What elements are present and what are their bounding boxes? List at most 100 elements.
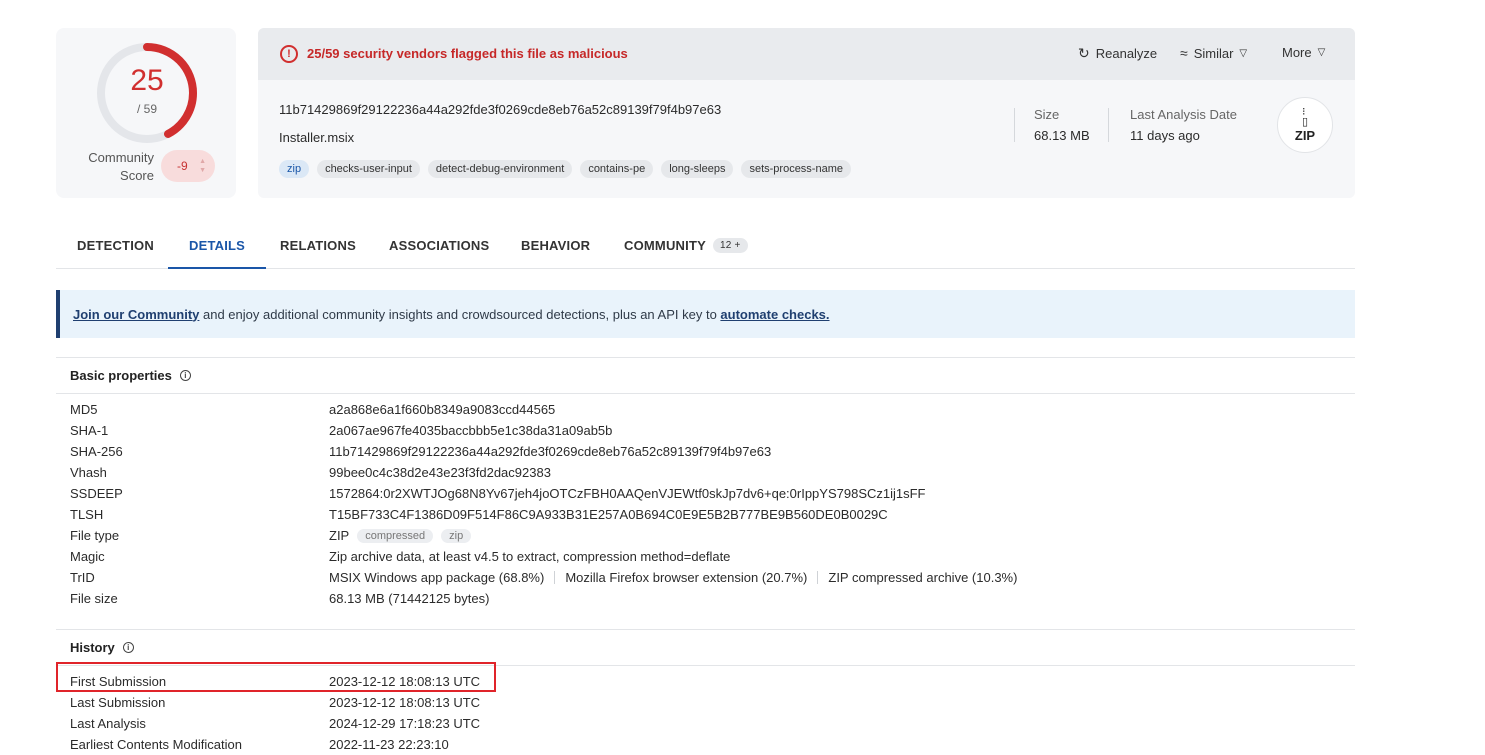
community-label-line1: Community — [88, 150, 154, 165]
automate-checks-link[interactable]: automate checks. — [720, 307, 829, 322]
prop-value: 11b71429869f29122236a44a292fde3f0269cde8… — [329, 444, 772, 459]
reanalyze-label: Reanalyze — [1095, 46, 1158, 61]
chevron-down-icon: ▽ — [1317, 47, 1326, 58]
banner-text: and enjoy additional community insights … — [199, 306, 721, 322]
prop-row-ssdeep: SSDEEP 1572864:0r2XWTJOg68N8Yv67jeh4joOT… — [70, 486, 1350, 507]
prop-value: 2a067ae967fe4035baccbbb5e1c38da31a09ab5b — [329, 423, 613, 438]
basic-properties-heading: Basic properties — [70, 368, 172, 383]
file-name: Installer.msix — [279, 130, 355, 145]
detection-count: 25 — [130, 64, 164, 97]
join-community-link[interactable]: Join our Community — [73, 307, 199, 322]
separator — [554, 571, 556, 584]
trid-item: ZIP compressed archive (10.3%) — [828, 570, 1018, 585]
malicious-alert-text: 25/59 security vendors flagged this file… — [307, 46, 628, 61]
prop-value: 2022-11-23 22:23:10 — [329, 737, 449, 752]
prop-value: 99bee0c4c38d2e43e23f3fd2dac92383 — [329, 465, 551, 480]
tab-details[interactable]: DETAILS — [168, 222, 267, 269]
prop-key: Last Analysis — [70, 716, 146, 731]
prop-row-md5: MD5 a2a868e6a1f660b8349a9083ccd44565 — [70, 402, 1350, 423]
community-score-label: Community Score — [76, 149, 154, 185]
history-row-last-analysis: Last Analysis 2024-12-29 17:18:23 UTC — [70, 716, 1350, 737]
tag-contains-pe[interactable]: contains-pe — [580, 160, 654, 178]
tab-detection[interactable]: DETECTION — [77, 222, 154, 268]
info-icon[interactable]: i — [179, 370, 191, 381]
refresh-icon: ↻ — [1078, 45, 1090, 61]
basic-properties-title: Basic properties i — [70, 368, 191, 383]
file-type-badge-text: ZIP — [1294, 128, 1316, 143]
file-hash[interactable]: 11b71429869f29122236a44a292fde3f0269cde8… — [279, 102, 721, 117]
tag-checks-user-input[interactable]: checks-user-input — [317, 160, 420, 178]
prop-key: TLSH — [70, 507, 104, 522]
prop-value: Zip archive data, at least v4.5 to extra… — [329, 549, 731, 564]
vote-arrows-icon[interactable]: ▲ ▼ — [199, 157, 206, 175]
tag-zip[interactable]: zip — [279, 160, 310, 178]
tab-behavior[interactable]: BEHAVIOR — [521, 222, 590, 268]
prop-key: SHA-1 — [70, 423, 109, 438]
section-divider — [56, 629, 1355, 630]
tab-bar: DETECTION DETAILS RELATIONS ASSOCIATIONS… — [56, 222, 1355, 269]
prop-key: SHA-256 — [70, 444, 123, 459]
prop-row-magic: Magic Zip archive data, at least v4.5 to… — [70, 549, 1350, 570]
chevron-down-icon: ▽ — [1239, 47, 1248, 59]
prop-key: Vhash — [70, 465, 107, 480]
tab-community[interactable]: COMMUNITY 12 + — [624, 222, 748, 268]
prop-row-trid: TrID MSIX Windows app package (68.8%) Mo… — [70, 570, 1350, 591]
history-row-last-submission: Last Submission 2023-12-12 18:08:13 UTC — [70, 695, 1350, 716]
prop-row-file-type: File type ZIP compressed zip — [70, 528, 1350, 549]
prop-row-vhash: Vhash 99bee0c4c38d2e43e23f3fd2dac92383 — [70, 465, 1350, 486]
last-analysis-label: Last Analysis Date — [1130, 107, 1237, 122]
prop-value: 2024-12-29 17:18:23 UTC — [329, 716, 481, 731]
community-banner: Join our Community and enjoy additional … — [56, 290, 1355, 338]
file-type-badge: ⁝ ▯ ZIP — [1277, 97, 1333, 153]
similar-label: Similar — [1193, 45, 1234, 61]
prop-key: Last Submission — [70, 695, 166, 710]
prop-key: Magic — [70, 549, 105, 564]
file-type-value: ZIP — [329, 528, 350, 543]
prop-key: File size — [70, 591, 118, 606]
trid-item: Mozilla Firefox browser extension (20.7%… — [565, 570, 808, 585]
size-value: 68.13 MB — [1034, 128, 1090, 143]
reanalyze-button[interactable]: ↻ Reanalyze — [1078, 45, 1157, 62]
separator — [817, 571, 819, 584]
first-submission-highlight — [56, 662, 496, 692]
tag-detect-debug-environment[interactable]: detect-debug-environment — [427, 160, 573, 178]
prop-key: Earliest Contents Modification — [70, 737, 242, 752]
detection-total: / 59 — [136, 102, 157, 116]
community-score-value: -9 — [177, 159, 188, 173]
community-label-line2: Score — [120, 168, 154, 183]
size-label: Size — [1034, 107, 1060, 122]
prop-key: TrID — [70, 570, 95, 585]
prop-row-file-size: File size 68.13 MB (71442125 bytes) — [70, 591, 1350, 612]
prop-row-sha1: SHA-1 2a067ae967fe4035baccbbb5e1c38da31a… — [70, 423, 1350, 444]
alert-icon: ! — [280, 45, 298, 63]
tab-community-label: COMMUNITY — [624, 237, 706, 253]
prop-row-sha256: SHA-256 11b71429869f29122236a44a292fde3f… — [70, 444, 1350, 465]
prop-value: 2023-12-12 18:08:13 UTC — [329, 695, 481, 710]
prop-key: SSDEEP — [70, 486, 123, 501]
meta-divider — [1108, 108, 1109, 142]
meta-divider — [1014, 108, 1015, 142]
prop-key: MD5 — [70, 402, 98, 417]
more-button[interactable]: More ▽ — [1282, 45, 1325, 60]
info-icon[interactable]: i — [122, 642, 134, 653]
prop-value: 68.13 MB (71442125 bytes) — [329, 591, 490, 606]
similar-button[interactable]: ≈ Similar ▽ — [1180, 45, 1247, 61]
section-divider — [56, 357, 1355, 358]
similar-icon: ≈ — [1180, 45, 1188, 61]
tag-long-sleeps[interactable]: long-sleeps — [661, 160, 734, 178]
last-analysis-value: 11 days ago — [1130, 128, 1200, 143]
history-row-earliest-contents-modification: Earliest Contents Modification 2022-11-2… — [70, 737, 1350, 755]
tag-sets-process-name[interactable]: sets-process-name — [741, 160, 851, 178]
file-tags: zip checks-user-input detect-debug-envir… — [279, 160, 851, 178]
prop-value: ZIP compressed zip — [329, 528, 472, 543]
zip-file-icon: ⁝ ▯ — [1301, 106, 1309, 128]
file-summary-card: ! 25/59 security vendors flagged this fi… — [258, 28, 1355, 198]
history-title: History i — [70, 640, 134, 655]
detection-score-card: 25 / 59 Community Score -9 ▲ ▼ — [56, 28, 236, 198]
prop-row-tlsh: TLSH T15BF733C4F1386D09F514F86C9A933B31E… — [70, 507, 1350, 528]
section-divider — [56, 393, 1355, 394]
tab-relations[interactable]: RELATIONS — [280, 222, 356, 268]
tab-associations[interactable]: ASSOCIATIONS — [389, 222, 489, 268]
more-label: More — [1282, 45, 1312, 60]
community-score-pill[interactable]: -9 ▲ ▼ — [161, 150, 215, 182]
